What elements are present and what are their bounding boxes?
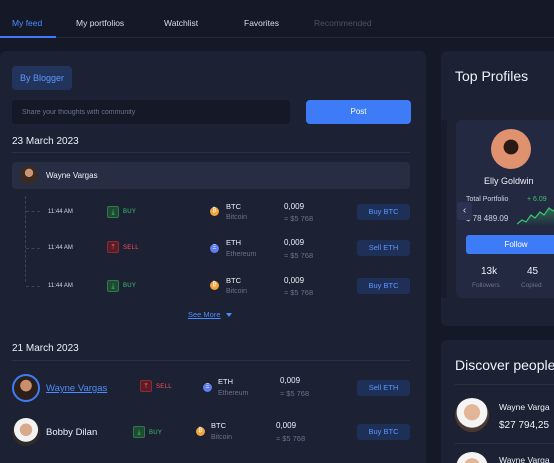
coin-name: Bitcoin [211, 434, 233, 441]
tx-usd-value: ≈ $5 768 [276, 434, 306, 443]
tx-usd-value: ≈ $5 768 [284, 251, 314, 260]
ethereum-coin-icon: Ξ [203, 383, 212, 392]
active-tab-indicator [0, 36, 56, 38]
buy-btc-button[interactable]: Buy BTC [357, 204, 410, 220]
tx-amount: 0,009 [280, 376, 301, 385]
divider [455, 443, 554, 444]
filter-chip-by-blogger[interactable]: By Blogger [12, 66, 73, 90]
bitcoin-coin-icon: ₿ [210, 281, 219, 290]
tab-my-feed[interactable]: My feed [12, 18, 42, 28]
download-icon: ⤓ [133, 426, 145, 438]
coin-symbol: BTC [226, 276, 241, 285]
followers-count: 13k [481, 266, 498, 277]
avatar[interactable] [455, 398, 489, 432]
user-name[interactable]: Bobby Dilan [46, 427, 97, 438]
feed-tabs: My feed My portfolios Watchlist Favorite… [0, 0, 554, 38]
avatar [491, 129, 531, 169]
tx-action: BUY [149, 430, 163, 436]
divider [12, 360, 410, 361]
coin-symbol: BTC [211, 421, 226, 430]
post-button[interactable]: Post [306, 100, 411, 124]
author-bar[interactable]: Wayne Vargas [12, 162, 410, 189]
profile-name: Elly Goldwin [484, 176, 534, 186]
buy-btc-button[interactable]: Buy BTC [357, 278, 410, 294]
coin-name: Bitcoin [226, 288, 248, 295]
person-portfolio-value: $27 794,25 [499, 420, 550, 431]
copied-count: 45 [527, 266, 539, 277]
thread-branch [26, 211, 40, 212]
tx-amount: 0,009 [284, 276, 305, 285]
person-name[interactable]: Wayne Varga [499, 455, 550, 463]
portfolio-label: Total Portfolio [466, 196, 509, 203]
tab-watchlist[interactable]: Watchlist [164, 18, 198, 28]
portfolio-change: + 6.09 [527, 196, 547, 203]
tab-favorites[interactable]: Favorites [244, 18, 279, 28]
bitcoin-coin-icon: ₿ [210, 207, 219, 216]
thread-branch [26, 286, 40, 287]
chevron-down-icon [225, 313, 232, 318]
user-name-link[interactable]: Wayne Vargas [46, 383, 107, 394]
download-icon: ⤓ [107, 280, 119, 292]
divider [455, 384, 554, 385]
carousel-prev-button[interactable]: ‹ [457, 202, 472, 220]
tx-time: 11:44 AM [48, 245, 73, 251]
feed-date-heading: 21 March 2023 [12, 343, 79, 354]
buy-btc-button[interactable]: Buy BTC [357, 424, 410, 440]
coin-name: Ethereum [226, 251, 257, 258]
tx-action: BUY [123, 283, 137, 289]
top-profiles-title: Top Profiles [455, 68, 529, 84]
sell-eth-button[interactable]: Sell ETH [357, 380, 410, 396]
see-more-label: See More [188, 310, 221, 319]
tx-time: 11:44 AM [48, 209, 73, 215]
sell-eth-button[interactable]: Sell ETH [357, 240, 410, 256]
avatar[interactable] [12, 374, 40, 402]
person-name[interactable]: Wayne Varga [499, 402, 550, 412]
tx-action: SELL [156, 384, 172, 390]
avatar[interactable] [12, 418, 40, 446]
coin-name: Bitcoin [226, 214, 248, 221]
followers-label: Followers [472, 282, 500, 289]
coin-symbol: ETH [218, 377, 233, 386]
coin-symbol: BTC [226, 202, 241, 211]
tx-time: 11:44 AM [48, 283, 73, 289]
tx-usd-value: ≈ $5 768 [280, 389, 310, 398]
sparkline-chart [517, 207, 554, 226]
see-more-link[interactable]: See More [188, 310, 232, 319]
author-name: Wayne Vargas [46, 171, 98, 180]
share-thoughts-input[interactable] [12, 100, 290, 124]
upload-icon: ⤒ [107, 241, 119, 253]
tx-usd-value: ≈ $5 768 [284, 214, 314, 223]
divider [12, 152, 410, 153]
coin-name: Ethereum [218, 390, 249, 397]
tx-amount: 0,009 [284, 202, 305, 211]
ethereum-coin-icon: Ξ [210, 244, 219, 253]
thread-line [25, 196, 26, 282]
discover-people-title: Discover people [455, 357, 554, 373]
tx-amount: 0,009 [276, 421, 297, 430]
avatar [20, 166, 38, 184]
download-icon: ⤓ [107, 206, 119, 218]
copied-label: Copied [521, 282, 542, 289]
tx-usd-value: ≈ $5 768 [284, 288, 314, 297]
tx-action: SELL [123, 245, 139, 251]
tx-action: BUY [123, 209, 137, 215]
tx-amount: 0,009 [284, 238, 305, 247]
feed-date-heading: 23 March 2023 [12, 136, 79, 147]
upload-icon: ⤒ [140, 380, 152, 392]
follow-button[interactable]: Follow [466, 235, 554, 254]
coin-symbol: ETH [226, 238, 241, 247]
thread-branch [26, 248, 40, 249]
carousel-edge [441, 120, 447, 298]
tab-recommended[interactable]: Recommended [314, 18, 372, 28]
portfolio-value: $ 78 489.09 [466, 214, 509, 223]
tab-my-portfolios[interactable]: My portfolios [76, 18, 124, 28]
bitcoin-coin-icon: ₿ [196, 427, 205, 436]
